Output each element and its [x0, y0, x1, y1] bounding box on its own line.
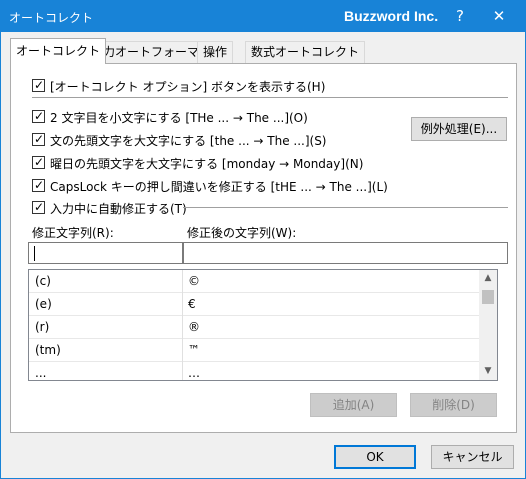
- entry-from: (r): [35, 320, 50, 334]
- exceptions-button[interactable]: 例外処理(E)...: [411, 117, 507, 141]
- replace-label: 修正文字列(R):: [32, 226, 114, 240]
- add-button[interactable]: 追加(A): [310, 393, 397, 417]
- entry-from: (e): [35, 297, 52, 311]
- check-icon: ✓: [34, 200, 45, 214]
- entry-to: ®: [188, 320, 200, 334]
- show-buttons-label: [オートコレクト オプション] ボタンを表示する(H): [50, 80, 326, 94]
- entry-to: ™: [188, 343, 200, 357]
- vertical-scrollbar[interactable]: ▲ ▼: [479, 270, 497, 380]
- entry-to: …: [188, 366, 200, 380]
- check-icon: ✓: [34, 155, 45, 169]
- title-bar: オートコレクト Buzzword Inc. ? ✕: [1, 1, 525, 32]
- two-initial-caps-label: 2 文字目を小文字にする [THe ... → The ...](O): [50, 111, 308, 125]
- column-divider: [182, 270, 183, 380]
- capitalize-sentence-checkbox[interactable]: ✓: [32, 132, 45, 146]
- entry-from: (tm): [35, 343, 61, 357]
- brand-label: Buzzword Inc.: [344, 8, 439, 24]
- list-item[interactable]: (tm) ™: [29, 339, 479, 362]
- capitalize-days-checkbox[interactable]: ✓: [32, 155, 45, 169]
- with-input[interactable]: [183, 242, 508, 264]
- tab-math-autocorrect[interactable]: 数式オートコレクト: [245, 41, 366, 63]
- entry-to: €: [188, 297, 196, 311]
- check-icon: ✓: [34, 78, 45, 92]
- text-caret: [34, 246, 35, 261]
- check-icon: ✓: [34, 132, 45, 146]
- autocorrect-entry-list[interactable]: (c) © (e) € (r) ® (tm) ™ ... … ▲ ▼: [28, 269, 498, 381]
- entry-from: ...: [35, 366, 47, 380]
- capitalize-sentence-label: 文の先頭文字を大文字にする [the ... → The ...](S): [50, 134, 327, 148]
- close-icon[interactable]: ✕: [489, 6, 509, 26]
- group-line: [183, 207, 508, 208]
- help-icon[interactable]: ?: [450, 6, 470, 26]
- scroll-down-icon[interactable]: ▼: [479, 363, 497, 380]
- capslock-checkbox[interactable]: ✓: [32, 178, 45, 192]
- entry-to: ©: [188, 274, 200, 288]
- list-item[interactable]: ... …: [29, 362, 479, 380]
- replace-as-type-label: 入力中に自動修正する(T): [50, 202, 187, 216]
- replace-as-type-checkbox[interactable]: ✓: [32, 200, 45, 214]
- autocorrect-dialog: オートコレクト Buzzword Inc. ? ✕ オートコレクト 入力オートフ…: [0, 0, 526, 479]
- cancel-button[interactable]: キャンセル: [431, 445, 514, 469]
- entry-from: (c): [35, 274, 51, 288]
- capslock-label: CapsLock キーの押し間違いを修正する [tHE ... → The ..…: [50, 180, 388, 194]
- replace-input[interactable]: [28, 242, 183, 264]
- show-buttons-checkbox[interactable]: ✓: [32, 78, 45, 92]
- delete-button[interactable]: 削除(D): [410, 393, 497, 417]
- check-icon: ✓: [34, 178, 45, 192]
- scroll-thumb[interactable]: [482, 290, 494, 304]
- list-item[interactable]: (c) ©: [29, 270, 479, 293]
- check-icon: ✓: [34, 109, 45, 123]
- two-initial-caps-checkbox[interactable]: ✓: [32, 109, 45, 123]
- scroll-up-icon[interactable]: ▲: [479, 270, 497, 287]
- capitalize-days-label: 曜日の先頭文字を大文字にする [monday → Monday](N): [50, 157, 364, 171]
- ok-button[interactable]: OK: [334, 445, 416, 469]
- list-item[interactable]: (e) €: [29, 293, 479, 316]
- window-title: オートコレクト: [9, 11, 94, 25]
- with-label: 修正後の文字列(W):: [187, 226, 297, 240]
- tab-autocorrect[interactable]: オートコレクト: [10, 38, 107, 64]
- tab-actions[interactable]: 操作: [197, 41, 234, 63]
- list-item[interactable]: (r) ®: [29, 316, 479, 339]
- divider: [32, 97, 508, 98]
